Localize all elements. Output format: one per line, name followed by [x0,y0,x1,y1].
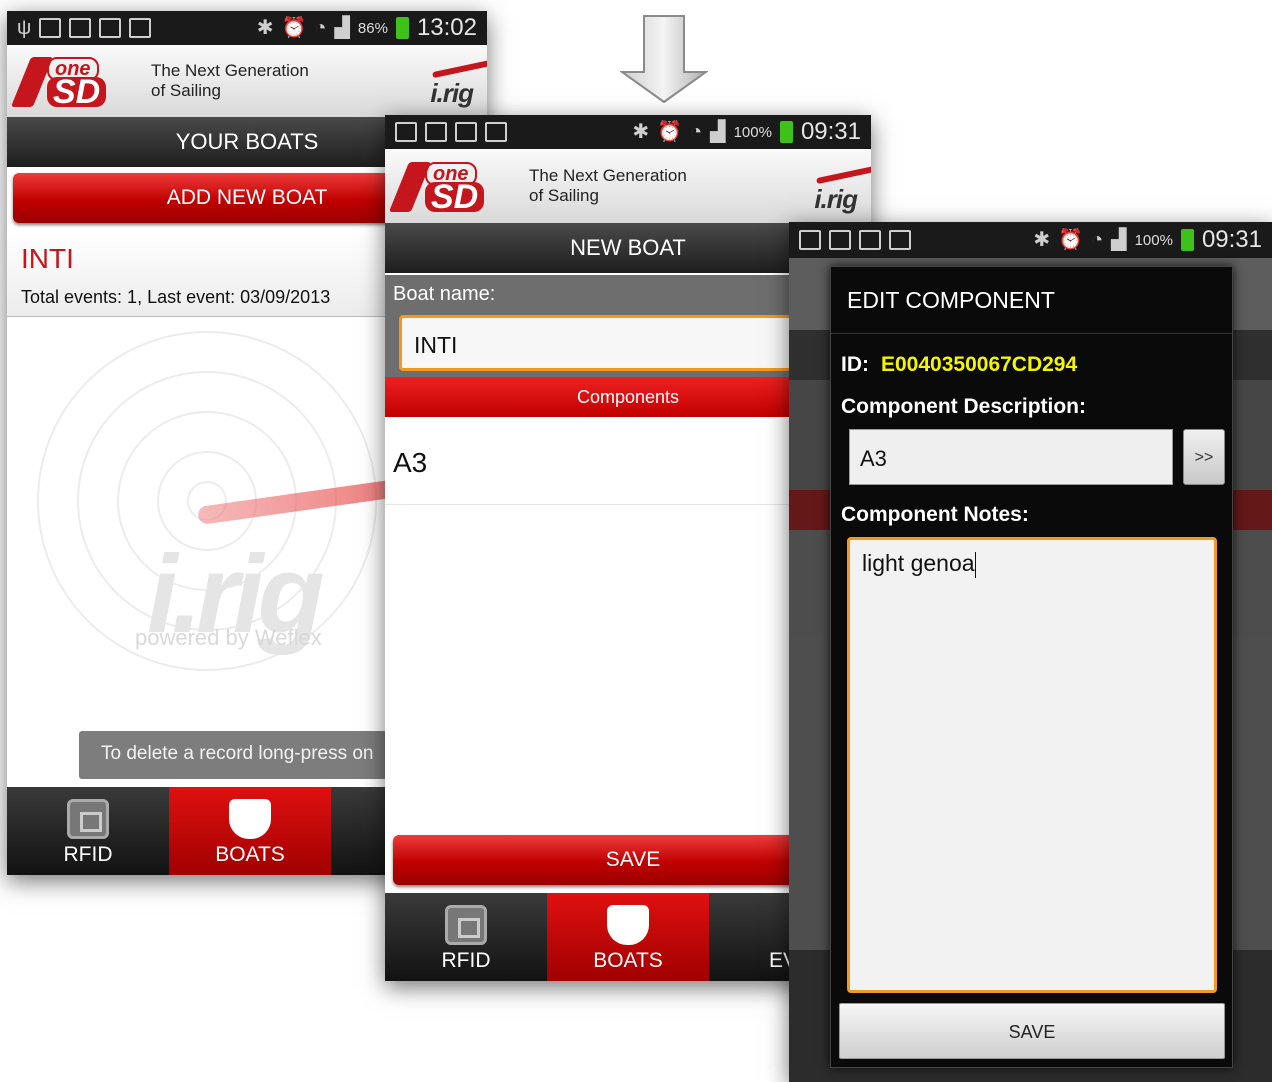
boat-icon [607,905,649,945]
watermark-subtitle: powered by Weflex [135,625,322,650]
description-picker-button[interactable]: >> [1183,429,1225,485]
bluetooth-icon: ✱ [632,121,650,143]
battery-charging-icon [395,17,409,39]
notes-label: Component Notes: [841,503,1029,526]
boat-name: INTI [21,243,74,274]
tagline: The Next Generation of Sailing [529,166,687,205]
status-bar: ψ ✱ ⏰ ◔ ▟ 86% 13:02 [7,11,487,45]
text-cursor [974,551,976,578]
message-icon [69,18,92,38]
wifi-icon: ◔ [1091,229,1104,251]
edit-component-dialog: EDIT COMPONENT ID: E0040350067CD294 Comp… [830,266,1233,1068]
irig-logo: i.rig [814,165,871,215]
gallery-icon [395,122,417,142]
battery-percent: 100% [733,123,772,141]
alarm-icon: ⏰ [657,121,683,143]
wifi-icon: ◔ [314,17,327,39]
clock: 13:02 [416,14,477,41]
irig-logo: i.rig [430,59,487,109]
gallery-icon [799,230,821,250]
battery-percent: 86% [357,19,388,37]
onesd-logo: one SD [388,158,515,214]
alarm-icon: ⏰ [1058,229,1084,251]
status-bar: ✱ ⏰ ◔ ▟ 100% 09:31 [385,115,871,149]
signal-icon: ▟ [1111,229,1127,251]
gallery-icon [39,18,62,38]
app-header: one SD The Next Generation of Sailing i.r… [385,149,871,223]
bluetooth-icon: ✱ [1033,229,1051,251]
notes-textarea[interactable]: light genoa [847,537,1217,993]
dialog-divider [831,333,1232,334]
clock: 09:31 [1201,226,1262,253]
description-label: Component Description: [841,395,1086,418]
message-icon [455,122,477,142]
signal-icon: ▟ [710,121,726,143]
app-header: one SD The Next Generation of Sailing i.r… [7,45,487,117]
flow-arrow-icon [620,15,708,104]
calendar-icon [129,18,152,38]
facebook-icon [425,122,447,142]
status-bar: ✱ ⏰ ◔ ▟ 100% 09:31 [789,222,1272,258]
toast-message: To delete a record long-press on [79,731,419,779]
tab-rfid[interactable]: RFID [385,893,547,981]
id-value: E0040350067CD294 [881,353,1078,376]
description-input[interactable]: A3 [849,429,1173,485]
message-icon [99,18,122,38]
rfid-icon [445,905,487,945]
dialog-save-button[interactable]: SAVE [839,1003,1225,1059]
tab-rfid[interactable]: RFID [7,787,169,875]
notes-text: light genoa [862,550,975,576]
facebook-icon [829,230,851,250]
boat-name-label: Boat name: [393,283,496,305]
boat-icon [229,799,271,839]
tab-boats[interactable]: BOATS [547,893,709,981]
usb-icon: ψ [17,17,32,39]
battery-icon [779,121,793,143]
battery-percent: 100% [1134,231,1173,249]
bluetooth-icon: ✱ [256,17,274,39]
alarm-icon: ⏰ [281,17,307,39]
dialog-title: EDIT COMPONENT [847,287,1055,313]
onesd-logo: one SD [10,53,137,109]
boat-detail: Total events: 1, Last event: 03/09/2013 [21,287,331,307]
battery-icon [1180,229,1194,251]
id-label: ID: [841,353,869,376]
calendar-icon [485,122,507,142]
screen-edit-component: ✱ ⏰ ◔ ▟ 100% 09:31 EDIT COMPONENT ID: E0… [789,222,1272,1082]
wifi-icon: ◔ [690,121,703,143]
calendar-icon [889,230,911,250]
tagline: The Next Generation of Sailing [151,61,309,100]
clock: 09:31 [800,118,861,145]
message-icon [859,230,881,250]
rfid-icon [67,799,109,839]
tab-boats[interactable]: BOATS [169,787,331,875]
signal-icon: ▟ [334,17,350,39]
